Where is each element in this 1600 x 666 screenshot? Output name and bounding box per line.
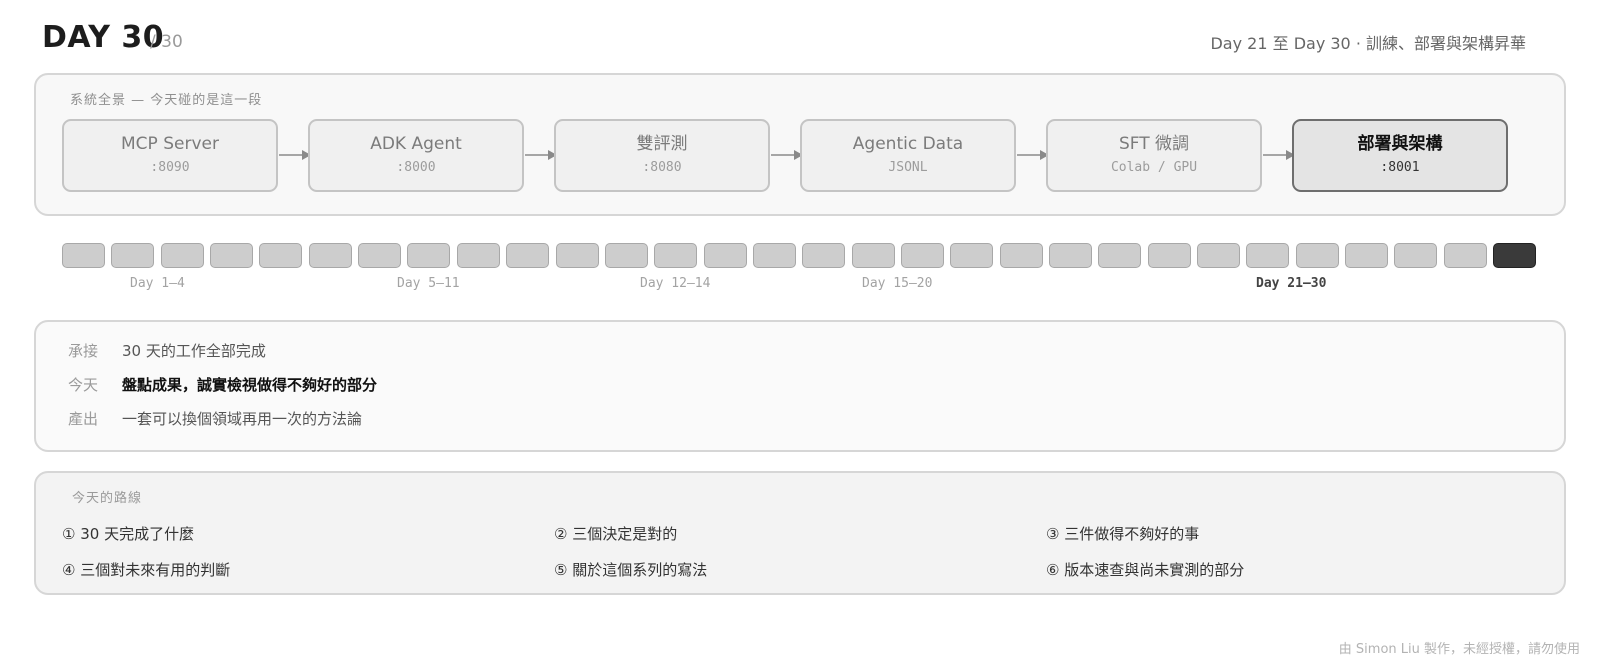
timeline-day-segment	[62, 243, 105, 268]
timeline-day-segment	[851, 243, 895, 268]
timeline-day-segment	[1147, 243, 1191, 268]
route-item-6: ⑥ 版本速查與尚未實測的部分	[1046, 561, 1245, 579]
stage-dual-eval: 雙評測 :8080	[554, 119, 770, 192]
stage-port: :8080	[642, 160, 682, 175]
stage-name: MCP Server	[121, 134, 219, 154]
phase-description: Day 21 至 Day 30 · 訓練、部署與架構昇華	[1210, 34, 1526, 53]
header: DAY 30 / 30 Day 21 至 Day 30 · 訓練、部署與架構昇華	[42, 18, 1526, 62]
timeline-day-segment	[1345, 243, 1389, 268]
stage-name: 雙評測	[636, 134, 688, 154]
timeline-day-segment	[506, 243, 550, 268]
stage-name: 部署與架構	[1357, 134, 1443, 154]
timeline-day-segment	[259, 243, 303, 268]
timeline-day-segment	[950, 243, 994, 268]
stage-adk-agent: ADK Agent :8000	[308, 119, 524, 192]
timeline-day-segment	[456, 243, 500, 268]
stage-port: :8090	[150, 160, 190, 175]
timeline-day-segment	[900, 243, 944, 268]
arrow-right-icon	[1017, 150, 1049, 160]
system-overview-label: 系統全景 — 今天碰的是這一段	[70, 93, 263, 108]
footer-credit: 由 Simon Liu 製作，未經授權，請勿使用	[1338, 642, 1580, 657]
timeline-label-day-1-4: Day 1–4	[130, 276, 185, 291]
route-item-4: ④ 三個對未來有用的判斷	[62, 561, 231, 579]
timeline-day-segment	[999, 243, 1043, 268]
timeline-day-segment	[1295, 243, 1339, 268]
stage-name: ADK Agent	[370, 134, 462, 154]
arrow-right-icon	[771, 150, 803, 160]
timeline-day-segment	[160, 243, 204, 268]
timeline-day-segment	[308, 243, 352, 268]
timeline-label-day-21-30: Day 21–30	[1256, 276, 1327, 291]
route-item-2: ② 三個決定是對的	[554, 525, 678, 543]
timeline-day-segment	[654, 243, 698, 268]
route-item-1: ① 30 天完成了什麼	[62, 525, 195, 543]
timeline-day-segment	[604, 243, 648, 268]
context-row-output: 產出 一套可以換個領域再用一次的方法論	[68, 408, 362, 432]
timeline-day-segment	[555, 243, 599, 268]
stage-agentic-data: Agentic Data JSONL	[800, 119, 1016, 192]
timeline-day-segment	[358, 243, 402, 268]
timeline-day-segment	[752, 243, 796, 268]
arrow-right-icon	[525, 150, 557, 160]
stage-name: SFT 微調	[1118, 134, 1190, 154]
timeline-day-segment	[1394, 243, 1438, 268]
timeline-day-segment	[1049, 243, 1092, 268]
route-item-5: ⑤ 關於這個系列的寫法	[554, 561, 708, 579]
timeline-label-day-15-20: Day 15–20	[862, 276, 933, 291]
timeline-day-segment	[703, 243, 747, 268]
arrow-right-icon	[279, 150, 311, 160]
stage-port: :8000	[396, 160, 436, 175]
stage-name: Agentic Data	[852, 134, 964, 154]
arrow-right-icon	[1263, 150, 1295, 160]
context-row-today: 今天 盤點成果，誠實檢視做得不夠好的部分	[68, 374, 377, 398]
day-title: DAY 30	[42, 20, 165, 55]
stage-port: Colab / GPU	[1110, 160, 1198, 175]
timeline-label-day-12-14: Day 12–14	[640, 276, 711, 291]
route-item-3: ③ 三件做得不夠好的事	[1046, 525, 1200, 543]
stage-port: JSONL	[888, 160, 928, 175]
stage-mcp-server: MCP Server :8090	[62, 119, 278, 192]
context-value: 盤點成果，誠實檢視做得不夠好的部分	[122, 376, 378, 394]
stage-port: :8001	[1380, 160, 1420, 175]
timeline-day-segment	[111, 243, 155, 268]
day-total: / 30	[150, 32, 183, 52]
timeline-day-segment	[210, 243, 254, 268]
route-panel: 今天的路線 ① 30 天完成了什麼 ② 三個決定是對的 ③ 三件做得不夠好的事 …	[34, 471, 1566, 595]
context-panel: 承接 30 天的工作全部完成 今天 盤點成果，誠實檢視做得不夠好的部分 產出 一套可以…	[34, 320, 1566, 452]
context-row-inherit: 承接 30 天的工作全部完成	[68, 340, 266, 364]
timeline-day-segment	[1246, 243, 1290, 268]
stage-sft-finetune: SFT 微調 Colab / GPU	[1046, 119, 1262, 192]
timeline-day-segment	[1098, 243, 1142, 268]
timeline-day-segment	[1493, 243, 1537, 268]
context-value: 一套可以換個領域再用一次的方法論	[122, 410, 363, 428]
timeline-day-segment	[1443, 243, 1487, 268]
system-overview-panel: 系統全景 — 今天碰的是這一段 MCP Server :8090 ADK Age…	[34, 73, 1566, 216]
timeline-day-segment	[1197, 243, 1241, 268]
route-label: 今天的路線	[72, 491, 143, 506]
context-key: 產出	[68, 410, 99, 428]
context-key: 承接	[68, 342, 99, 360]
timeline-day-segment	[407, 243, 451, 268]
context-value: 30 天的工作全部完成	[122, 342, 266, 360]
timeline-label-day-5-11: Day 5–11	[397, 276, 460, 291]
timeline-day-segment	[802, 243, 846, 268]
stage-deploy-architecture: 部署與架構 :8001	[1292, 119, 1508, 192]
context-key: 今天	[68, 376, 99, 394]
